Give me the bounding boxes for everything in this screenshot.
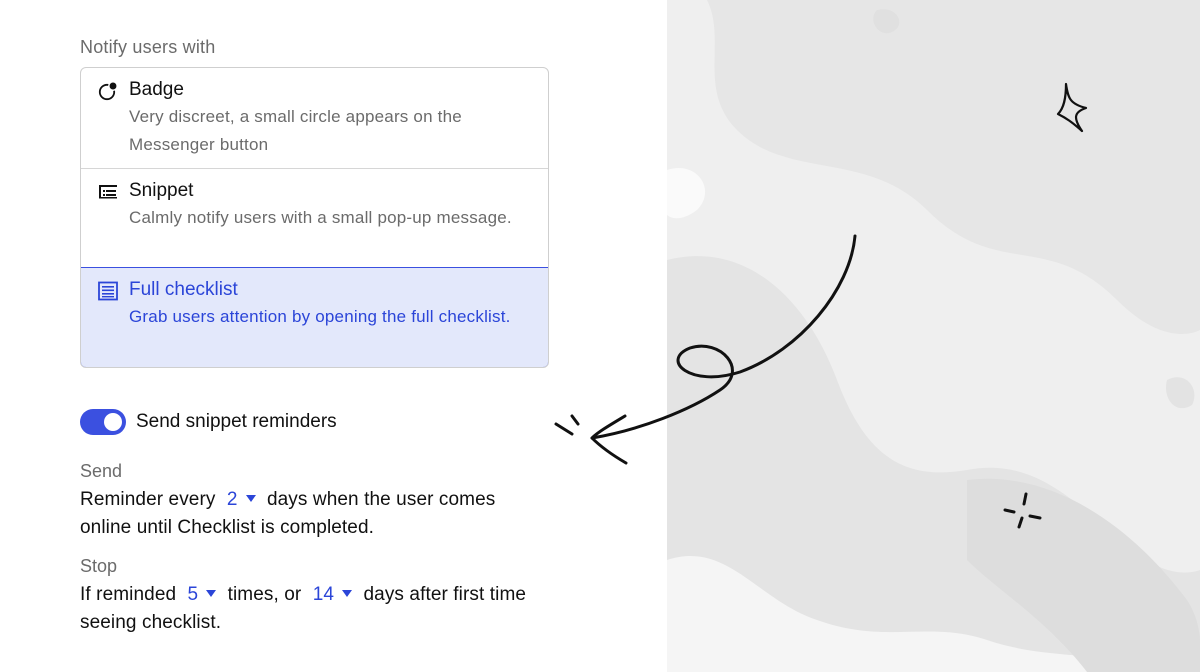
option-snippet[interactable]: Snippet Calmly notify users with a small…: [81, 168, 548, 268]
wavy-pattern: [667, 0, 1200, 672]
stop-times-value: 5: [187, 584, 199, 605]
option-desc: Grab users attention by opening the full…: [129, 307, 511, 326]
stop-days-select[interactable]: 14: [307, 584, 358, 605]
option-title: Full checklist: [129, 279, 238, 300]
snippet-icon: [99, 185, 117, 199]
stop-label: Stop: [80, 556, 118, 576]
option-title: Snippet: [129, 180, 194, 201]
send-label: Send: [80, 461, 123, 481]
chevron-down-icon: [206, 589, 217, 597]
decorative-background: [667, 0, 1200, 672]
reminders-toggle-row: Send snippet reminders: [80, 408, 337, 436]
chevron-down-icon: [342, 589, 353, 597]
send-days-value: 2: [226, 489, 238, 510]
toggle-knob: [104, 413, 122, 431]
stop-middle: times, or: [227, 584, 302, 605]
option-desc: Calmly notify users with a small pop-up …: [129, 208, 512, 227]
checklist-icon: [98, 281, 118, 301]
chevron-down-icon: [245, 494, 256, 502]
stop-prefix: If reminded: [80, 584, 177, 605]
stop-times-select[interactable]: 5: [182, 584, 223, 605]
notify-label: Notify users with: [80, 37, 216, 57]
option-desc: Very discreet, a small circle appears on…: [129, 107, 462, 154]
reminders-toggle-label: Send snippet reminders: [136, 411, 337, 432]
option-badge[interactable]: Badge Very discreet, a small circle appe…: [81, 68, 548, 168]
badge-icon: [98, 81, 118, 101]
stop-sentence: If reminded 5 times, or 14 days after fi…: [80, 581, 550, 637]
send-days-select[interactable]: 2: [221, 489, 262, 510]
option-title: Badge: [129, 79, 184, 100]
stop-days-value: 14: [312, 584, 335, 605]
notify-options: Badge Very discreet, a small circle appe…: [80, 67, 549, 368]
send-sentence: Reminder every 2 days when the user come…: [80, 486, 550, 542]
settings-panel: Notify users with Badge Very discreet, a…: [0, 0, 667, 672]
send-prefix: Reminder every: [80, 489, 216, 510]
option-full-checklist[interactable]: Full checklist Grab users attention by o…: [81, 267, 548, 367]
reminders-toggle[interactable]: [80, 409, 126, 435]
